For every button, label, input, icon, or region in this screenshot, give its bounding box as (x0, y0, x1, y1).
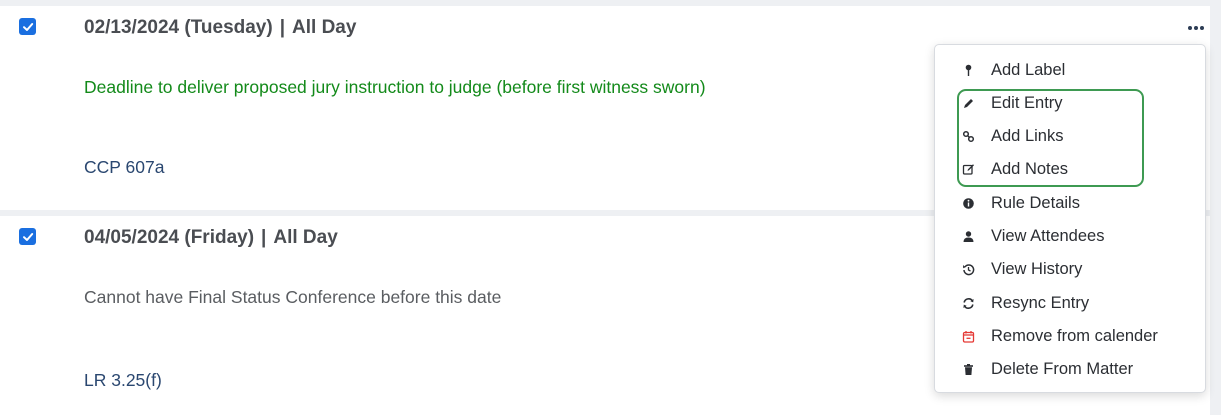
menu-item-add-links[interactable]: Add Links (935, 121, 1205, 151)
menu-item-delete-from-matter[interactable]: Delete From Matter (935, 354, 1205, 384)
more-dot-icon (1188, 26, 1192, 30)
menu-item-label: View Attendees (991, 226, 1105, 245)
entry-description: Cannot have Final Status Conference befo… (84, 287, 502, 307)
entry-date: 02/13/2024 (Tuesday) (84, 17, 273, 38)
link-icon (961, 129, 975, 143)
entry-rule-link[interactable]: LR 3.25(f) (84, 370, 162, 391)
user-icon (961, 229, 975, 243)
more-dot-icon (1194, 26, 1198, 30)
checkmark-icon (22, 232, 33, 241)
more-dot-icon (1200, 26, 1204, 30)
menu-item-label: Remove from calender (991, 326, 1158, 345)
entry-checkbox[interactable] (19, 228, 36, 245)
menu-item-label: Add Notes (991, 159, 1069, 178)
entry-header: 04/05/2024 (Friday) | All Day (84, 227, 338, 249)
header-separator: | (261, 227, 267, 248)
menu-item-view-attendees[interactable]: View Attendees (935, 221, 1205, 251)
pencil-icon (961, 96, 975, 110)
entry-header: 02/13/2024 (Tuesday) | All Day (84, 17, 356, 39)
menu-item-add-label[interactable]: Add Label (935, 55, 1205, 85)
trash-icon (961, 362, 975, 376)
header-separator: | (279, 17, 286, 38)
checkmark-icon (22, 22, 33, 31)
history-icon (961, 262, 975, 276)
entry-time: All Day (292, 17, 357, 38)
menu-item-remove-from-calendar[interactable]: Remove from calender (935, 321, 1205, 351)
entry-date: 04/05/2024 (Friday) (84, 227, 255, 248)
calendar-remove-icon (961, 329, 975, 343)
menu-item-resync-entry[interactable]: Resync Entry (935, 288, 1205, 318)
menu-item-label: Rule Details (991, 193, 1080, 212)
menu-item-edit-entry[interactable]: Edit Entry (935, 88, 1205, 118)
pin-icon (961, 63, 975, 77)
entry-description: Deadline to deliver proposed jury instru… (84, 77, 706, 97)
menu-item-label: Add Links (991, 126, 1064, 145)
menu-item-label: Edit Entry (991, 93, 1063, 112)
menu-item-add-notes[interactable]: Add Notes (935, 154, 1205, 184)
menu-item-view-history[interactable]: View History (935, 254, 1205, 284)
entry-rule-link[interactable]: CCP 607a (84, 157, 164, 178)
sync-icon (961, 296, 975, 310)
more-options-button[interactable] (1188, 26, 1204, 30)
menu-item-rule-details[interactable]: Rule Details (935, 188, 1205, 218)
menu-item-label: Add Label (991, 60, 1066, 79)
entry-time: All Day (273, 227, 338, 248)
entry-checkbox[interactable] (19, 18, 36, 35)
calendar-entries-page: 02/13/2024 (Tuesday) | All Day Deadline to… (0, 0, 1221, 415)
menu-item-label: Delete From Matter (991, 359, 1134, 378)
menu-item-label: View History (991, 259, 1083, 278)
entry-context-menu: Add Label Edit Entry Add Links Add Notes… (934, 44, 1206, 393)
note-edit-icon (961, 162, 975, 176)
info-icon (961, 196, 975, 210)
menu-item-label: Resync Entry (991, 293, 1090, 312)
